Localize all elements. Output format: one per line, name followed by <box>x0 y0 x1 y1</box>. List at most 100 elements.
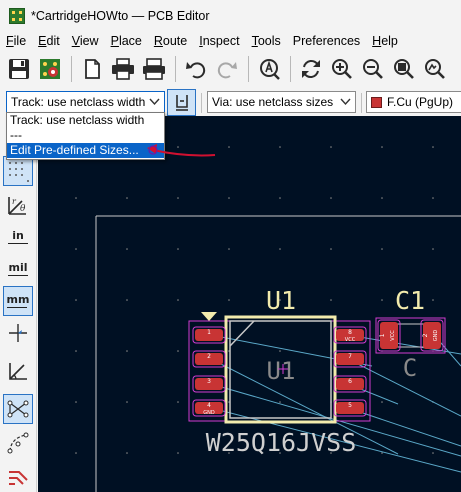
pad[interactable]: 7 <box>333 350 367 368</box>
board-setup-button[interactable] <box>35 54 65 84</box>
pad[interactable]: 2 <box>192 350 226 368</box>
menu-route[interactable]: Route <box>148 34 193 48</box>
zoom-objects-button[interactable] <box>420 54 450 84</box>
menu-help[interactable]: Help <box>366 34 404 48</box>
grid-dot <box>177 401 179 403</box>
zoom-fit-button[interactable] <box>389 54 419 84</box>
annotation-arrow-icon <box>147 144 216 157</box>
pad[interactable]: 6 <box>333 375 367 393</box>
menu-inspect[interactable]: Inspect <box>193 34 245 48</box>
grid-dots <box>75 146 434 454</box>
grid-dot <box>75 299 77 301</box>
pcb-canvas[interactable]: 1 8 VCC 2 7 3 6 4 GND 5 U1 U1 W25Q16JVSS 1 VCC 2 GND… <box>38 116 461 492</box>
pad[interactable]: 8VCC <box>333 326 367 344</box>
track-option-edit-sizes[interactable]: Edit Pre-defined Sizes... <box>7 143 164 158</box>
ratsnest-toggle-button[interactable] <box>3 394 33 424</box>
pad-number: 2 <box>422 333 429 337</box>
zoom-out-icon <box>363 59 383 79</box>
unit-mm-label: mm <box>6 293 30 308</box>
track-width-value: Track: use netclass width <box>11 95 146 109</box>
grid-dot <box>177 452 179 454</box>
find-button[interactable] <box>254 54 284 84</box>
via-size-select[interactable]: Via: use netclass sizes <box>207 91 356 113</box>
menu-preferences[interactable]: Preferences <box>287 34 366 48</box>
pad-number: 6 <box>348 378 352 385</box>
pad-number: 1 <box>379 333 386 337</box>
u1-reference[interactable]: U1 <box>266 286 296 315</box>
layer-value: F.Cu (PgUp) <box>387 95 454 109</box>
unit-mil-label: mil <box>8 261 28 276</box>
page-settings-icon <box>85 59 100 79</box>
pad-number: 5 <box>348 402 352 409</box>
plot-button[interactable] <box>139 54 169 84</box>
grid-dot <box>279 248 281 250</box>
auto-track-width-button[interactable] <box>167 89 196 116</box>
pcbnew-app-icon <box>9 7 25 24</box>
menu-view[interactable]: View <box>66 34 105 48</box>
ratsnest-icon <box>7 400 29 418</box>
track-option-netclass[interactable]: Track: use netclass width <box>7 113 164 128</box>
grid-dot <box>126 401 128 403</box>
u1-value[interactable]: W25Q16JVSS <box>206 428 357 457</box>
zoom-out-button[interactable] <box>358 54 388 84</box>
c1-value[interactable]: C <box>403 354 417 382</box>
pad[interactable]: 5 <box>333 399 367 417</box>
grid-dot <box>279 401 281 403</box>
board-drawing[interactable]: 1 8VCC2 73 64GND5 U1 U1 W25Q16JVSS 1 VCC 2 GND… <box>38 116 461 492</box>
track-option-separator[interactable]: --- <box>7 128 164 143</box>
polar-coords-button[interactable]: θr <box>3 190 33 220</box>
pad-number: 4 <box>207 402 211 409</box>
grid-icon <box>9 162 29 182</box>
pad-net-label: GND <box>203 410 215 416</box>
full-crosshair-button[interactable] <box>3 318 33 348</box>
layer-select[interactable]: F.Cu (PgUp) <box>366 91 461 113</box>
refresh-button[interactable] <box>296 54 326 84</box>
track-width-select[interactable]: Track: use netclass width <box>6 91 165 113</box>
pad-number: 1 <box>207 329 211 336</box>
grid-dot <box>126 452 128 454</box>
undo-button[interactable] <box>181 54 211 84</box>
pad[interactable]: 4GND <box>192 399 226 417</box>
chevron-down-icon <box>149 98 160 106</box>
main-toolbar <box>0 52 461 86</box>
grid-dot <box>279 197 281 199</box>
pad[interactable]: 1 VCC <box>377 319 401 352</box>
page-settings-button[interactable] <box>77 54 107 84</box>
grid-dot <box>228 197 230 199</box>
undo-icon <box>186 62 206 79</box>
track-display-button[interactable] <box>3 462 33 492</box>
unit-in-label: in <box>8 230 28 244</box>
unit-inches-button[interactable]: in <box>3 222 33 252</box>
unit-mm-button[interactable]: mm <box>3 286 33 316</box>
menu-place[interactable]: Place <box>105 34 148 48</box>
pad-number: 7 <box>348 353 352 360</box>
menu-edit[interactable]: Edit <box>32 34 66 48</box>
curved-ratsnest-button[interactable] <box>3 428 33 458</box>
pad[interactable]: 3 <box>192 375 226 393</box>
print-button[interactable] <box>108 54 138 84</box>
grid-toggle-button[interactable] <box>3 156 33 186</box>
pad[interactable]: 1 <box>192 326 226 344</box>
toolbar-separator <box>361 93 362 113</box>
grid-dot <box>330 248 332 250</box>
pad[interactable]: 2 GND <box>420 319 444 352</box>
menu-file[interactable]: File <box>0 34 32 48</box>
c1-reference[interactable]: C1 <box>395 286 425 315</box>
grid-dot <box>432 248 434 250</box>
grid-dot <box>75 197 77 199</box>
pad-net-label: VCC <box>390 330 396 341</box>
grid-dot <box>381 146 383 148</box>
unit-mils-button[interactable]: mil <box>3 254 33 284</box>
menu-tools[interactable]: Tools <box>246 34 287 48</box>
save-button[interactable] <box>4 54 34 84</box>
redo-button[interactable] <box>212 54 242 84</box>
pad-net-label: GND <box>433 330 439 342</box>
via-size-value: Via: use netclass sizes <box>212 95 334 109</box>
angle-45-button[interactable] <box>3 356 33 386</box>
redo-icon <box>217 62 237 79</box>
grid-dot <box>177 248 179 250</box>
zoom-fit-icon <box>394 59 414 79</box>
toolbar-separator <box>201 93 202 113</box>
chevron-down-icon <box>340 98 351 106</box>
zoom-in-button[interactable] <box>327 54 357 84</box>
